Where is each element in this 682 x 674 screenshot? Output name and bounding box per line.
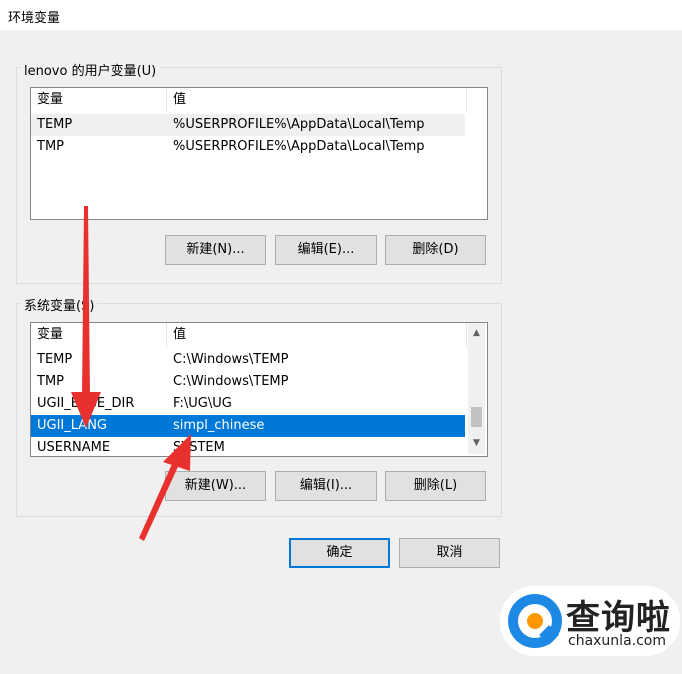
cancel-button[interactable]: 取消 xyxy=(399,538,500,568)
variable-name: UGII_LANG xyxy=(37,418,107,433)
user-new-button[interactable]: 新建(N)... xyxy=(165,235,266,265)
column-header-value[interactable]: 值 xyxy=(167,88,467,112)
system-variables-list[interactable]: 变量 值 TEMP C:\Windows\TEMP TMP C:\Windows… xyxy=(30,322,488,457)
variable-value: C:\Windows\TEMP xyxy=(173,352,289,367)
ok-button[interactable]: 确定 xyxy=(289,538,390,568)
variable-name: TMP xyxy=(37,139,64,154)
system-variables-header: 变量 值 xyxy=(31,323,487,347)
search-icon xyxy=(508,594,562,648)
window-title: 环境变量 xyxy=(8,11,61,26)
watermark-logo: 查询啦 chaxunla.com xyxy=(500,586,680,656)
variable-value: %USERPROFILE%\AppData\Local\Temp xyxy=(173,139,425,154)
vertical-scrollbar[interactable]: ▲ ▼ xyxy=(468,323,485,454)
user-variables-header: 变量 值 xyxy=(31,88,487,112)
scrollbar-thumb[interactable] xyxy=(471,407,482,427)
variable-value: F:\UG\UG xyxy=(173,396,232,411)
user-variables-group-label: lenovo 的用户变量(U) xyxy=(21,60,160,79)
table-row[interactable]: USERNAME SYSTEM xyxy=(31,437,465,456)
user-edit-button[interactable]: 编辑(E)... xyxy=(275,235,377,265)
column-header-variable[interactable]: 变量 xyxy=(31,323,167,347)
column-header-variable[interactable]: 变量 xyxy=(31,88,167,112)
system-new-button[interactable]: 新建(W)... xyxy=(165,471,266,501)
user-variables-list[interactable]: 变量 值 TEMP %USERPROFILE%\AppData\Local\Te… xyxy=(30,87,488,220)
variable-value: SYSTEM xyxy=(173,440,225,455)
table-row[interactable]: TEMP %USERPROFILE%\AppData\Local\Temp xyxy=(31,114,465,136)
variable-value: C:\Windows\TEMP xyxy=(173,374,289,389)
variable-name: TEMP xyxy=(37,352,73,367)
user-delete-button[interactable]: 删除(D) xyxy=(385,235,486,265)
chevron-up-icon[interactable]: ▲ xyxy=(468,325,485,342)
title-bar[interactable]: 环境变量 xyxy=(0,0,682,30)
table-row[interactable]: TMP C:\Windows\TEMP xyxy=(31,371,465,393)
table-row[interactable]: TMP %USERPROFILE%\AppData\Local\Temp xyxy=(31,136,465,158)
table-row[interactable]: UGII_BASE_DIR F:\UG\UG xyxy=(31,393,465,415)
variable-name: TEMP xyxy=(37,117,73,132)
chevron-down-icon[interactable]: ▼ xyxy=(468,435,485,452)
table-row-selected[interactable]: UGII_LANG simpl_chinese xyxy=(31,415,465,437)
table-row[interactable]: TEMP C:\Windows\TEMP xyxy=(31,349,465,371)
variable-name: TMP xyxy=(37,374,64,389)
variable-value: simpl_chinese xyxy=(173,418,265,433)
variable-name: UGII_BASE_DIR xyxy=(37,396,135,411)
system-delete-button[interactable]: 删除(L) xyxy=(385,471,486,501)
watermark-url: chaxunla.com xyxy=(568,633,666,649)
column-header-value[interactable]: 值 xyxy=(167,323,467,347)
variable-name: USERNAME xyxy=(37,440,111,455)
watermark-text: 查询啦 xyxy=(566,598,671,638)
variable-value: %USERPROFILE%\AppData\Local\Temp xyxy=(173,117,425,132)
system-edit-button[interactable]: 编辑(I)... xyxy=(275,471,377,501)
system-variables-group-label: 系统变量(S) xyxy=(21,295,98,314)
